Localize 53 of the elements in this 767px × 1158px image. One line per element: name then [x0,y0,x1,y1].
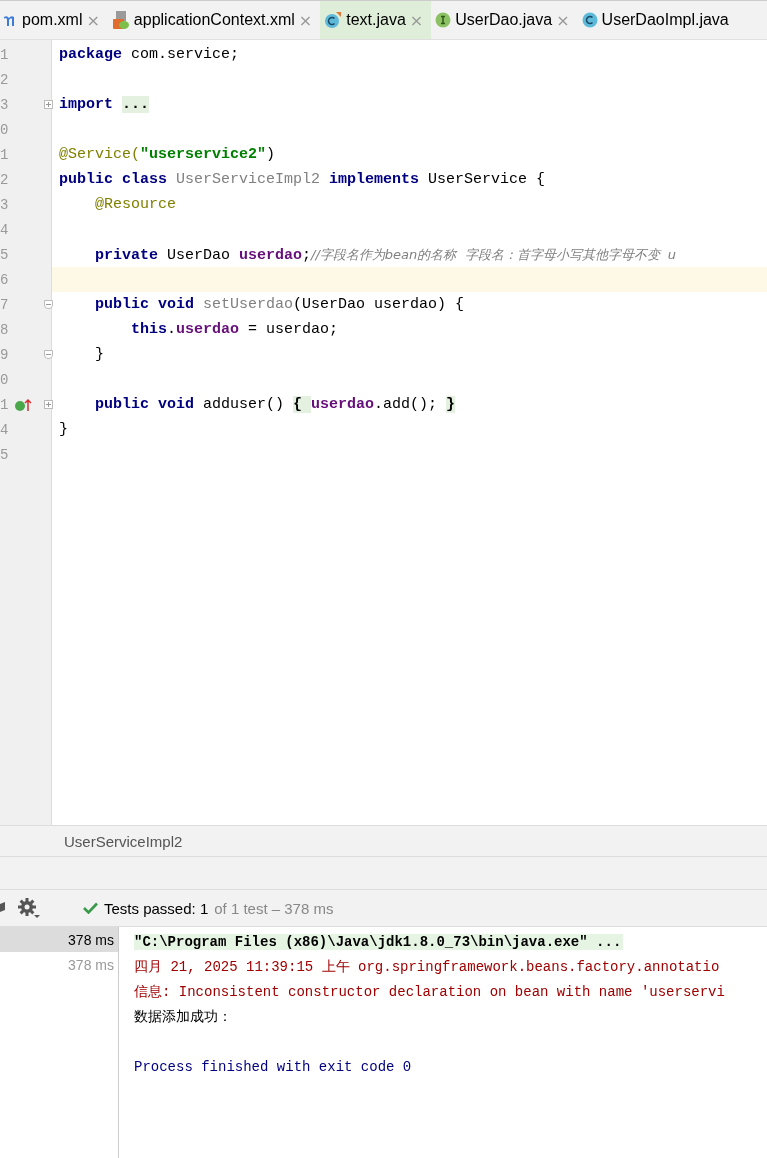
line-number: 0 [0,371,9,388]
class-icon [324,11,343,29]
test-status: Tests passed: 1 [104,899,209,917]
console-line: 信息: Inconsistent constructor declaration on bean with name 'userservi [134,982,726,1001]
test-summary: of 1 test – 378 ms [214,899,334,917]
line-number: 2 [0,171,9,188]
line-number: 3 [0,96,9,113]
code-line: } [59,421,68,438]
breadcrumb[interactable]: UserServiceImpl2 [64,832,183,850]
line-number: 7 [0,296,9,313]
line-number: 2 [0,71,9,88]
code-line: package com.service; [59,46,240,63]
editor-tab[interactable]: applicationContext.xml × [107,1,321,39]
line-number: 1 [0,396,9,413]
line-number: 6 [0,271,9,288]
code-line: @Resource [94,196,177,213]
test-row[interactable]: 378 ms [0,927,118,952]
console-line: Process finished with exit code 0 [134,1058,413,1075]
editor-tab[interactable]: pom.xml × [0,1,108,39]
code-line: import ... [59,96,150,113]
implements-icon[interactable] [15,398,33,412]
code-line: public void setUserdao(UserDao userdao) { [94,296,465,313]
settings-icon[interactable] [17,897,41,919]
line-number: 3 [0,196,9,213]
pin-icon[interactable] [0,902,5,914]
code-line: private UserDao userdao;//字段名作为bean的名称 字段名：首字母小写其他字母不变 u [94,245,677,264]
fold-collapse-icon[interactable] [44,300,53,309]
code-line: @Service("userservice2") [59,146,276,163]
editor-tab[interactable]: UserDao.java × [431,1,578,39]
line-number: 4 [0,221,9,238]
fold-expand-icon[interactable] [44,400,53,409]
fold-expand-icon[interactable] [44,100,53,109]
checkmark-icon [83,902,98,914]
code-line: } [94,346,104,363]
line-number: 1 [0,146,9,163]
interface-icon [435,12,452,28]
line-number: 4 [0,421,9,438]
editor-tab[interactable]: UserDaoImpl.java [577,1,737,39]
code-line: this.userdao = userdao; [130,321,339,338]
code-line: public void adduser() { userdao.add(); } [94,396,456,413]
editor-tab[interactable]: text.java × [320,1,432,39]
console-line: 四月 21, 2025 11:39:15 上午 org.springframework.beans.factory.annotatio [134,957,721,976]
line-number: 9 [0,346,9,363]
code-line: public class UserServiceImpl2 implements UserService { [59,171,546,188]
fold-collapse-icon[interactable] [44,350,53,359]
class-icon [581,12,598,28]
line-number: 0 [0,121,9,138]
line-number: 5 [0,446,9,463]
line-number: 8 [0,321,9,338]
line-number: 5 [0,246,9,263]
xml-file-icon [111,10,130,30]
line-number: 1 [0,46,9,63]
console-line: 数据添加成功： [134,1007,233,1026]
